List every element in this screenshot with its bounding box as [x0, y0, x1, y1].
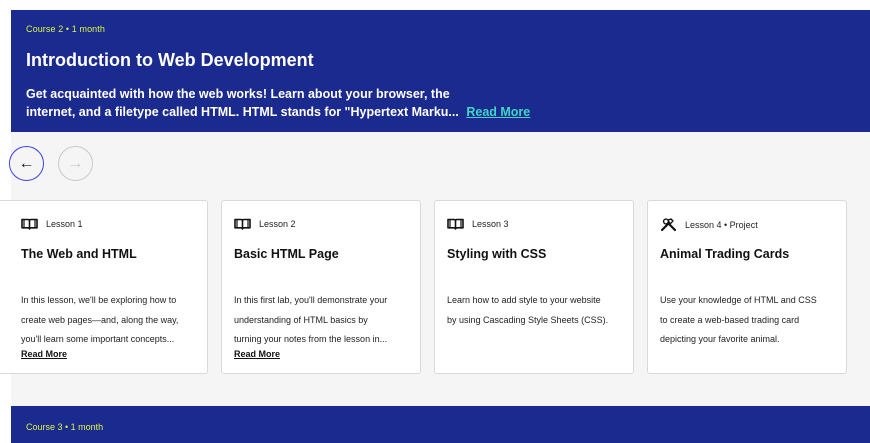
lesson-card[interactable]: Lesson 4 • Project Animal Trading Cards …	[647, 200, 847, 374]
lesson-label: Lesson 1	[46, 219, 83, 229]
lesson-description-line: depicting your favorite animal.	[660, 334, 780, 344]
lesson-description: In this first lab, you'll demonstrate yo…	[234, 291, 387, 350]
lesson-card-header: Lesson 4 • Project	[660, 218, 758, 232]
lesson-description-line: Learn how to add style to your website	[447, 295, 601, 305]
lesson-title: Basic HTML Page	[234, 247, 339, 261]
arrow-left-icon: ←	[18, 154, 35, 172]
lesson-read-more-link[interactable]: Read More	[21, 349, 67, 359]
lesson-label: Lesson 4 • Project	[685, 220, 758, 230]
lesson-description: In this lesson, we'll be exploring how t…	[21, 291, 178, 350]
lesson-card[interactable]: Lesson 2 Basic HTML Page In this first l…	[221, 200, 421, 374]
course-meta: Course 2 • 1 month	[26, 24, 105, 34]
course-description-line-2: internet, and a filetype called HTML. HT…	[26, 105, 459, 119]
lesson-description-line: Use your knowledge of HTML and CSS	[660, 295, 817, 305]
course-2-banner: Course 2 • 1 month Introduction to Web D…	[11, 10, 870, 132]
syllabus-page: Course 2 • 1 month Introduction to Web D…	[0, 0, 870, 443]
lesson-title: The Web and HTML	[21, 247, 137, 261]
lesson-description-line: In this first lab, you'll demonstrate yo…	[234, 295, 388, 305]
carousel-prev-button[interactable]: ←	[9, 146, 44, 181]
lesson-card[interactable]: Lesson 3 Styling with CSS Learn how to a…	[434, 200, 634, 374]
lessons-carousel: ← → Lesson 1 The Web and HTML In this le…	[0, 132, 870, 406]
course-meta: Course 3 • 1 month	[26, 422, 104, 432]
lesson-card[interactable]: Lesson 1 The Web and HTML In this lesson…	[0, 200, 208, 374]
arrow-right-icon: →	[67, 154, 84, 172]
lesson-description-line: you'll learn some important concepts...	[21, 334, 175, 344]
lesson-description-line: to create a web-based trading card	[660, 314, 800, 325]
lesson-description-line: turning your notes from the lesson in...	[234, 334, 388, 344]
lesson-description: Learn how to add style to your website b…	[447, 291, 608, 330]
lesson-card-header: Lesson 2	[234, 218, 296, 230]
lesson-read-more-link[interactable]: Read More	[234, 349, 280, 359]
course-read-more-link[interactable]: Read More	[466, 105, 530, 119]
lesson-description-line: create web pages—and, along the way,	[21, 314, 179, 325]
lesson-card-header: Lesson 1	[21, 218, 83, 230]
course-description-line-1: Get acquainted with how the web works! L…	[26, 87, 450, 101]
lesson-description: Use your knowledge of HTML and CSS to cr…	[660, 291, 817, 350]
book-icon	[447, 218, 464, 230]
book-icon	[234, 218, 251, 230]
lesson-label: Lesson 2	[259, 219, 296, 229]
course-3-banner: Course 3 • 1 month	[11, 406, 870, 443]
tools-icon	[660, 218, 677, 232]
carousel-next-button[interactable]: →	[58, 146, 93, 181]
lesson-title: Styling with CSS	[447, 247, 547, 261]
lesson-description-line: In this lesson, we'll be exploring how t…	[21, 295, 177, 305]
lesson-label: Lesson 3	[472, 219, 509, 229]
course-description: Get acquainted with how the web works! L…	[26, 85, 586, 121]
course-title: Introduction to Web Development	[26, 50, 314, 70]
lesson-description-line: by using Cascading Style Sheets (CSS).	[447, 314, 609, 325]
lesson-card-header: Lesson 3	[447, 218, 509, 230]
lesson-description-line: understanding of HTML basics by	[234, 314, 368, 325]
lesson-title: Animal Trading Cards	[660, 247, 790, 261]
book-icon	[21, 218, 38, 230]
